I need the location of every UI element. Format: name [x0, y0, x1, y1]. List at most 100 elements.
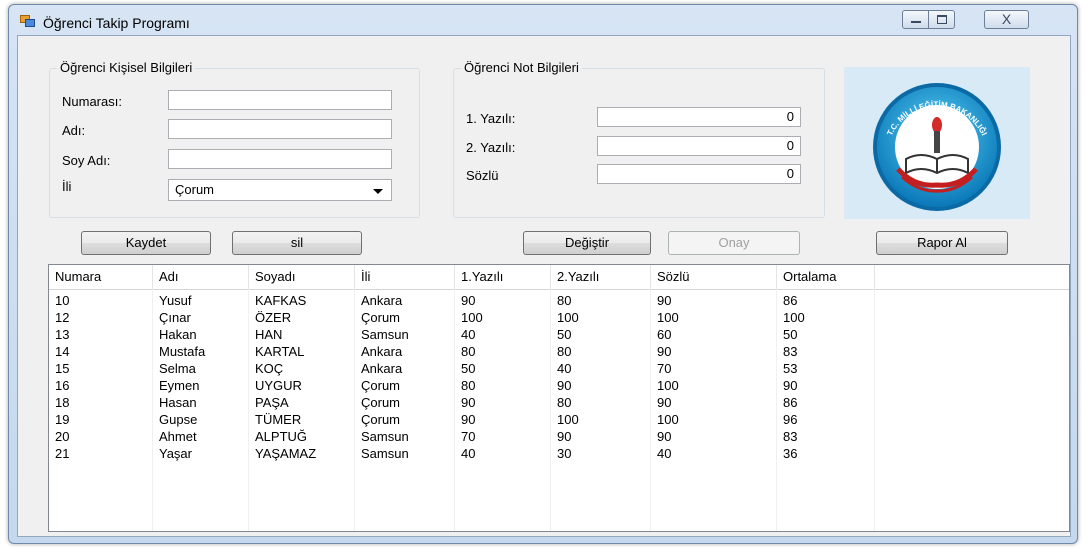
students-table[interactable]: Numara Adı Soyadı İli 1.Yazılı 2.Yazılı …	[48, 264, 1070, 532]
change-button[interactable]: Değiştir	[523, 231, 651, 255]
table-cell: 90	[657, 429, 672, 444]
table-cell: 80	[557, 293, 572, 308]
table-cell: Ankara	[361, 293, 403, 308]
table-cell: 53	[783, 361, 798, 376]
exam1-label: 1. Yazılı:	[466, 111, 516, 126]
app-window: Öğrenci Takip Programı X Öğrenci Kişisel…	[8, 4, 1078, 544]
table-cell: 80	[557, 344, 572, 359]
table-cell: 96	[783, 412, 798, 427]
chevron-down-icon[interactable]	[373, 189, 383, 194]
table-cell: 40	[461, 327, 476, 342]
table-cell: Ankara	[361, 361, 403, 376]
table-cell: 83	[783, 344, 798, 359]
save-button[interactable]: Kaydet	[81, 231, 211, 255]
report-button[interactable]: Rapor Al	[876, 231, 1008, 255]
confirm-button[interactable]: Onay	[668, 231, 800, 255]
table-cell: 86	[783, 395, 798, 410]
col-header-average[interactable]: Ortalama	[777, 265, 875, 289]
ministry-logo: T.C. MİLLİ EĞİTİM BAKANLIĞI	[844, 67, 1030, 219]
app-icon	[20, 15, 35, 27]
table-cell: 90	[783, 378, 798, 393]
form-client-area: Öğrenci Kişisel Bilgileri Numarası: Adı:…	[17, 35, 1071, 537]
close-button[interactable]: X	[984, 10, 1029, 29]
col-header-oral[interactable]: Sözlü	[651, 265, 777, 289]
table-cell: 90	[461, 412, 476, 427]
table-cell: 90	[557, 429, 572, 444]
table-cell: 90	[657, 293, 672, 308]
col-header-surname[interactable]: Soyadı	[249, 265, 355, 289]
table-cell: Ankara	[361, 344, 403, 359]
table-cell: YAŞAMAZ	[255, 446, 317, 461]
delete-button[interactable]: sil	[232, 231, 362, 255]
table-cell: Samsun	[361, 429, 409, 444]
window-title: Öğrenci Takip Programı	[43, 15, 190, 31]
table-cell: Selma	[159, 361, 196, 376]
table-cell: 90	[461, 293, 476, 308]
number-label: Numarası:	[62, 94, 122, 109]
table-cell: 100	[657, 378, 679, 393]
table-row[interactable]: 20 Ahmet ALPTUĞ Samsun 70 90 90 83	[49, 428, 1069, 445]
minimize-icon	[911, 21, 921, 23]
table-row[interactable]: 15 Selma KOÇ Ankara 50 40 70 53	[49, 360, 1069, 377]
col-header-city[interactable]: İli	[355, 265, 455, 289]
table-cell: 50	[461, 361, 476, 376]
city-select[interactable]: Çorum	[168, 179, 392, 201]
table-row[interactable]: 12 Çınar ÖZER Çorum 100 100 100 100	[49, 309, 1069, 326]
surname-label: Soy Adı:	[62, 153, 111, 168]
table-row[interactable]: 21 Yaşar YAŞAMAZ Samsun 40 30 40 36	[49, 445, 1069, 462]
table-cell: 19	[55, 412, 70, 427]
oral-input[interactable]: 0	[597, 164, 801, 184]
table-row[interactable]: 19 Gupse TÜMER Çorum 90 100 100 96	[49, 411, 1069, 428]
table-row[interactable]: 18 Hasan PAŞA Çorum 90 80 90 86	[49, 394, 1069, 411]
col-header-name[interactable]: Adı	[153, 265, 249, 289]
title-bar[interactable]: Öğrenci Takip Programı X	[9, 5, 1077, 33]
close-icon: X	[1001, 11, 1012, 27]
table-cell: Çorum	[361, 412, 401, 427]
surname-input[interactable]	[168, 149, 392, 169]
table-cell: 90	[461, 395, 476, 410]
col-header-exam2[interactable]: 2.Yazılı	[551, 265, 651, 289]
table-cell: KOÇ	[255, 361, 284, 376]
table-cell: HAN	[255, 327, 283, 342]
table-cell: 86	[783, 293, 798, 308]
maximize-button[interactable]	[928, 10, 955, 29]
personal-info-group-title: Öğrenci Kişisel Bilgileri	[57, 61, 196, 75]
table-cell: 100	[557, 310, 579, 325]
exam2-input[interactable]: 0	[597, 136, 801, 156]
table-row[interactable]: 14 Mustafa KARTAL Ankara 80 80 90 83	[49, 343, 1069, 360]
table-cell: 15	[55, 361, 70, 376]
minimize-button[interactable]	[902, 10, 929, 29]
table-cell: 14	[55, 344, 70, 359]
name-input[interactable]	[168, 119, 392, 139]
col-header-number[interactable]: Numara	[49, 265, 153, 289]
number-input[interactable]	[168, 90, 392, 110]
table-cell: 40	[461, 446, 476, 461]
exam1-input[interactable]: 0	[597, 107, 801, 127]
table-row[interactable]: 16 Eymen UYGUR Çorum 80 90 100 90	[49, 377, 1069, 394]
table-cell: Çorum	[361, 395, 401, 410]
table-cell: 70	[461, 429, 476, 444]
table-cell: TÜMER	[255, 412, 302, 427]
table-cell: Samsun	[361, 327, 409, 342]
table-cell: 12	[55, 310, 70, 325]
table-cell: 90	[657, 395, 672, 410]
table-cell: ÖZER	[255, 310, 292, 325]
table-cell: Gupse	[159, 412, 198, 427]
table-cell: 100	[783, 310, 805, 325]
table-cell: 50	[783, 327, 798, 342]
table-cell: Çınar	[159, 310, 191, 325]
table-cell: Eymen	[159, 378, 200, 393]
city-select-value: Çorum	[175, 182, 215, 197]
table-cell: PAŞA	[255, 395, 289, 410]
table-row[interactable]: 13 Hakan HAN Samsun 40 50 60 50	[49, 326, 1069, 343]
table-cell: 50	[557, 327, 572, 342]
table-cell: Çorum	[361, 378, 401, 393]
name-label: Adı:	[62, 123, 86, 138]
table-cell: 13	[55, 327, 70, 342]
grades-group: Öğrenci Not Bilgileri 1. Yazılı: 0 2. Ya…	[453, 61, 825, 218]
col-header-exam1[interactable]: 1.Yazılı	[455, 265, 551, 289]
table-cell: 18	[55, 395, 70, 410]
table-cell: KAFKAS	[255, 293, 307, 308]
table-row[interactable]: 10 Yusuf KAFKAS Ankara 90 80 90 86	[49, 292, 1069, 309]
table-cell: Çorum	[361, 310, 401, 325]
